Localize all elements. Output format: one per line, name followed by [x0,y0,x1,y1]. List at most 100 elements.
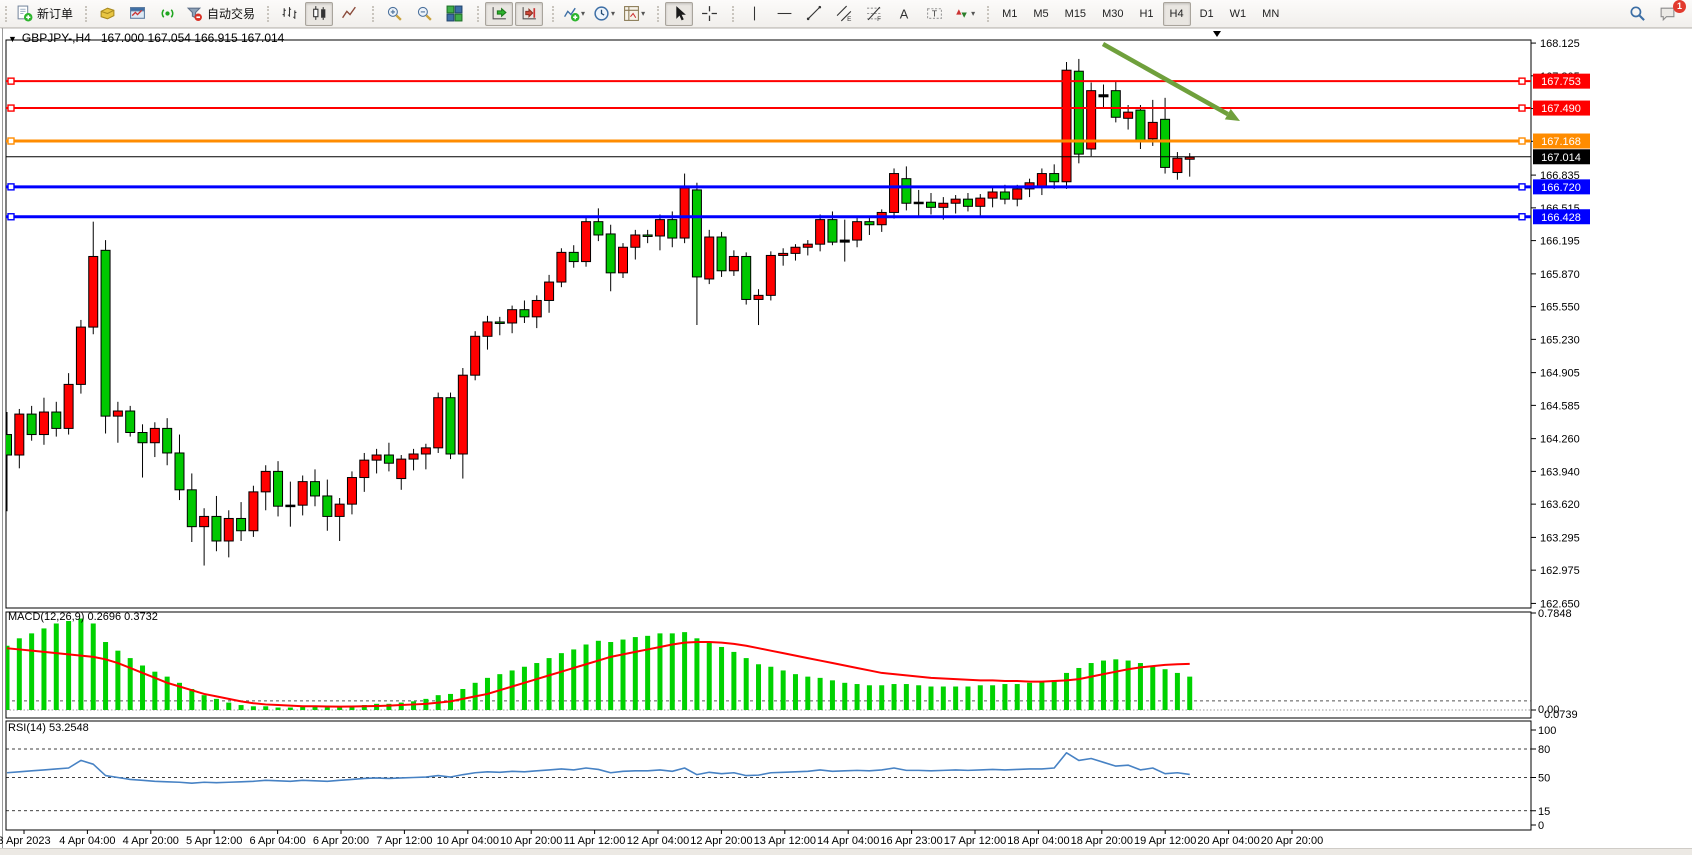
dropdown-arrow-icon[interactable]: ▾ [611,9,615,18]
timeframe-m15-button[interactable]: M15 [1058,2,1093,26]
indicators-button[interactable]: ▾ [560,2,588,26]
candle-body [274,471,283,506]
macd-histogram-bar [78,619,83,710]
svg-text:E: E [847,16,851,22]
trendline-button[interactable] [800,2,828,26]
auto-trading-button[interactable]: 自动交易 [183,2,258,26]
line-handle[interactable] [8,138,14,144]
price-axis-label: 165.550 [1540,302,1580,314]
macd-histogram-bar [842,683,847,710]
chart-window-button[interactable] [123,2,151,26]
line-handle[interactable] [1519,78,1525,84]
time-axis-label: 4 Apr 20:00 [123,835,179,847]
price-axis-label: 163.295 [1540,532,1580,544]
macd-histogram-bar [1002,684,1007,710]
book-button[interactable] [93,2,121,26]
candle-body [384,455,393,463]
cursor-button[interactable] [665,2,693,26]
candles-button[interactable] [305,2,333,26]
label-button[interactable]: T [920,2,948,26]
line-handle[interactable] [8,184,14,190]
timeframe-mn-button[interactable]: MN [1255,2,1286,26]
timeframe-label: H4 [1166,8,1188,20]
line-chart-button[interactable] [335,2,363,26]
new-order-button[interactable]: 新订单 [13,2,76,26]
zoom-in-icon [386,5,403,22]
chat-button[interactable]: 1 [1653,2,1681,26]
toolbar-group-scroll [472,0,547,27]
toolbar-group-pointer [652,0,727,27]
macd-histogram-bar [559,653,564,710]
candle-body [766,255,775,295]
tile-windows-icon [446,5,463,22]
line-handle[interactable] [1519,105,1525,111]
candle-body [643,235,652,237]
timeframe-m1-button[interactable]: M1 [995,2,1024,26]
line-handle[interactable] [1519,184,1525,190]
channel-icon: E [836,5,853,22]
timeframe-w1-button[interactable]: W1 [1223,2,1254,26]
cursor-icon [671,5,688,22]
timeframe-d1-button[interactable]: D1 [1193,2,1221,26]
candle-body [163,428,172,453]
line-handle[interactable] [8,214,14,220]
candle-body [1062,70,1071,182]
timeframe-h1-button[interactable]: H1 [1132,2,1160,26]
macd-histogram-bar [633,637,638,710]
chart-canvas[interactable]: 168.125167.805167.485167.165166.835166.5… [0,28,1692,855]
candle-body [434,398,443,448]
bars-button[interactable] [275,2,303,26]
candle-body [939,203,948,207]
time-axis-label: 19 Apr 12:00 [1134,835,1196,847]
line-handle[interactable] [1519,214,1525,220]
vline-button[interactable] [740,2,768,26]
price-axis-label: 165.230 [1540,334,1580,346]
time-axis-label: 10 Apr 04:00 [437,835,499,847]
macd-histogram-bar [1187,677,1192,710]
macd-histogram-bar [645,636,650,710]
text-button[interactable]: A [890,2,918,26]
macd-histogram-bar [941,687,946,710]
zoom-out-button[interactable] [410,2,438,26]
candle-body [335,504,344,516]
macd-histogram-bar [879,685,884,710]
candle-body [914,202,923,204]
dropdown-arrow-icon[interactable]: ▾ [581,9,585,18]
search-button[interactable] [1623,2,1651,26]
autoscroll-button[interactable] [485,2,513,26]
candle-body [1185,157,1194,159]
tile-windows-button[interactable] [440,2,468,26]
templates-button[interactable]: ▾ [620,2,648,26]
macd-histogram-bar [818,678,823,710]
line-handle[interactable] [1519,138,1525,144]
candle-body [569,252,578,261]
candle-body [1161,119,1170,167]
fibo-button[interactable]: F [860,2,888,26]
price-badge-label: 167.753 [1541,76,1581,88]
macd-histogram-bar [1076,668,1081,710]
line-handle[interactable] [8,78,14,84]
signal-icon [159,5,176,22]
timeframe-m5-button[interactable]: M5 [1026,2,1055,26]
dropdown-arrow-icon[interactable]: ▾ [971,9,975,18]
channel-button[interactable]: E [830,2,858,26]
chart-shift-button[interactable] [515,2,543,26]
crosshair-icon [701,5,718,22]
macd-histogram-bar [103,642,108,710]
hline-button[interactable] [770,2,798,26]
line-handle[interactable] [8,105,14,111]
periods-button[interactable]: ▾ [590,2,618,26]
rsi-axis-label: 15 [1538,806,1550,818]
signal-button[interactable] [153,2,181,26]
arrows-button[interactable]: ▾ [950,2,978,26]
dropdown-arrow-icon[interactable]: ▾ [641,9,645,18]
macd-histogram-bar [214,699,219,710]
timeframe-h4-button[interactable]: H4 [1163,2,1191,26]
macd-histogram-bar [805,677,810,710]
zoom-in-button[interactable] [380,2,408,26]
price-axis-label: 164.905 [1540,368,1580,380]
crosshair-button[interactable] [695,2,723,26]
timeframe-m30-button[interactable]: M30 [1095,2,1130,26]
time-axis-label: 13 Apr 12:00 [754,835,816,847]
toolbar-button-label: 新订单 [37,5,73,22]
